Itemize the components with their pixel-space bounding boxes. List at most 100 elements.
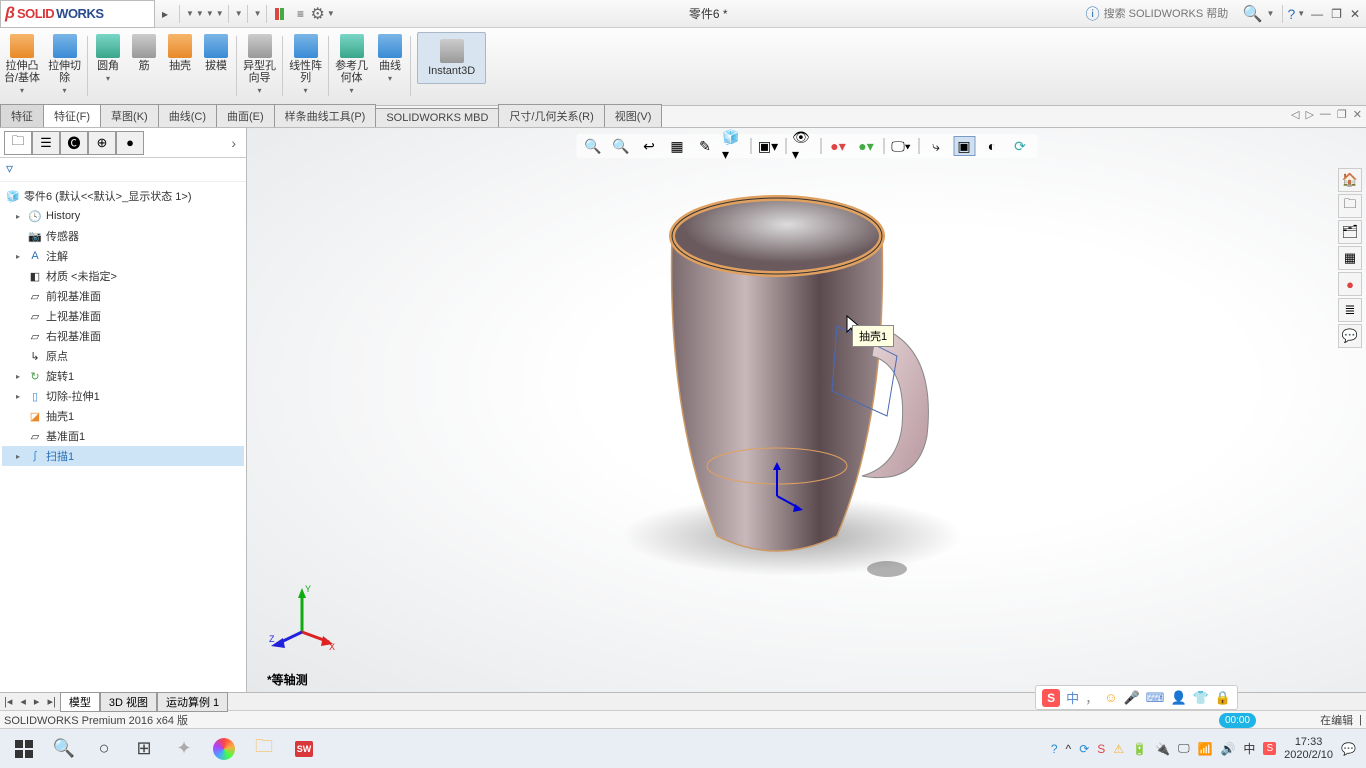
tab-feature-pre[interactable]: 特征: [0, 104, 44, 127]
search-input[interactable]: [1104, 8, 1239, 20]
tab-motion-study-1[interactable]: 运动算例 1: [157, 692, 228, 712]
fm-tab-dim[interactable]: ⊕: [88, 131, 116, 155]
close-button[interactable]: ✕: [1350, 7, 1360, 21]
taskbar-clock[interactable]: 17:33 2020/2/10: [1284, 736, 1333, 762]
tray-volume-icon[interactable]: 🔊: [1220, 742, 1235, 756]
panel-restore-icon[interactable]: ❐: [1337, 108, 1347, 121]
tree-shell1[interactable]: ◪抽壳1: [2, 406, 244, 426]
start-button[interactable]: [4, 733, 44, 765]
tp-explorer-icon[interactable]: 🗂: [1338, 220, 1362, 244]
tree-origin[interactable]: ↳原点: [2, 346, 244, 366]
ime-bar[interactable]: S 中 ， ☺ 🎤 ⌨ 👤 👕 🔒: [1035, 685, 1238, 710]
tab-dimensions[interactable]: 尺寸/几何关系(R): [498, 104, 604, 127]
dyn-annotate-icon[interactable]: ✎: [694, 136, 716, 156]
fm-tab-tree[interactable]: 🗀: [4, 131, 32, 155]
tab-spline-tools[interactable]: 样条曲线工具(P): [274, 104, 377, 127]
tree-right-plane[interactable]: ▱右视基准面: [2, 326, 244, 346]
fm-expand-icon[interactable]: ›: [225, 135, 242, 151]
tray-usb-icon[interactable]: 🔌: [1155, 742, 1170, 756]
prev-view-icon[interactable]: ↩: [638, 136, 660, 156]
tray-battery-icon[interactable]: 🔋: [1132, 742, 1147, 756]
tp-library-icon[interactable]: 🗀: [1338, 194, 1362, 218]
save-button[interactable]: ▼: [204, 9, 214, 18]
tp-forum-icon[interactable]: 💬: [1338, 324, 1362, 348]
tp-appearance-icon[interactable]: ●: [1338, 272, 1362, 296]
tree-plane1[interactable]: ▱基准面1: [2, 426, 244, 446]
btab-first-icon[interactable]: |◂: [0, 695, 16, 708]
settings-button[interactable]: ⚙▼: [311, 4, 335, 24]
tab-3d-view[interactable]: 3D 视图: [100, 692, 157, 712]
instant3d-button[interactable]: Instant3D: [417, 32, 486, 84]
tray-sync-icon[interactable]: ⟳: [1079, 742, 1089, 756]
appearance-icon[interactable]: ●▾: [827, 136, 849, 156]
ime-person[interactable]: 👤: [1170, 690, 1186, 706]
panel-close-icon[interactable]: ✕: [1353, 108, 1362, 121]
extrude-cut-button[interactable]: 拉伸切除▾: [44, 32, 85, 97]
perspective-icon[interactable]: ⟳: [1009, 136, 1031, 156]
shell-button[interactable]: 抽壳: [162, 32, 198, 74]
triad-icon[interactable]: ⤷: [925, 136, 947, 156]
tab-features[interactable]: 特征(F): [43, 104, 101, 127]
tree-history[interactable]: ▸🕓History: [2, 206, 244, 226]
tray-monitor-icon[interactable]: 🖵: [1178, 741, 1190, 756]
file-explorer-icon[interactable]: 🗀: [244, 733, 284, 765]
fm-tab-property[interactable]: ☰: [32, 131, 60, 155]
help-menu-button[interactable]: ?▼: [1287, 6, 1305, 22]
search-submit-icon[interactable]: 🔍: [1243, 4, 1263, 24]
btab-last-icon[interactable]: ▸|: [43, 695, 59, 708]
scene-icon[interactable]: ●▾: [855, 136, 877, 156]
tree-sweep1[interactable]: ▸∫扫描1: [2, 446, 244, 466]
help-search[interactable]: ⓘ 🔍▼: [1082, 4, 1279, 24]
tree-front-plane[interactable]: ▱前视基准面: [2, 286, 244, 306]
tray-help-icon[interactable]: ?: [1051, 742, 1058, 756]
tp-custom-prop-icon[interactable]: ≣: [1338, 298, 1362, 322]
tree-annotations[interactable]: ▸A注解: [2, 246, 244, 266]
fm-filter[interactable]: ▿: [0, 158, 246, 182]
view-orient-icon[interactable]: 🧊▾: [722, 136, 744, 156]
tray-ime-icon[interactable]: 中: [1243, 740, 1255, 757]
new-file-button[interactable]: ▼: [184, 9, 194, 18]
app1-icon[interactable]: ✦: [164, 733, 204, 765]
tree-revolve1[interactable]: ▸↻旋转1: [2, 366, 244, 386]
zoom-fit-icon[interactable]: 🔍: [582, 136, 604, 156]
display-style-icon[interactable]: ▣▾: [757, 136, 779, 156]
undo-button[interactable]: ▼: [233, 9, 243, 18]
shaded-edges-icon[interactable]: ▣: [953, 136, 975, 156]
rib-button[interactable]: 筋: [126, 32, 162, 74]
ime-punct[interactable]: ，: [1085, 688, 1098, 707]
tree-material[interactable]: ◧材质 <未指定>: [2, 266, 244, 286]
tree-cut-extrude1[interactable]: ▸▯切除-拉伸1: [2, 386, 244, 406]
cartoon-icon[interactable]: ◐: [981, 136, 1003, 156]
search-taskbar-icon[interactable]: 🔍: [44, 733, 84, 765]
minimize-button[interactable]: —: [1311, 7, 1323, 21]
fm-tab-config[interactable]: 🅒: [60, 131, 88, 155]
task-view-icon[interactable]: ⊞: [124, 733, 164, 765]
extrude-boss-button[interactable]: 拉伸凸台/基体▾: [0, 32, 44, 97]
tp-home-icon[interactable]: 🏠: [1338, 168, 1362, 192]
ime-zhong[interactable]: 中: [1066, 688, 1079, 707]
select-tool-button[interactable]: ▼: [252, 9, 262, 18]
tree-top-plane[interactable]: ▱上视基准面: [2, 306, 244, 326]
ime-kb[interactable]: ⌨: [1146, 690, 1165, 706]
tab-sketch[interactable]: 草图(K): [100, 104, 159, 127]
tray-wifi-icon[interactable]: 📶: [1198, 742, 1213, 756]
tab-view[interactable]: 视图(V): [604, 104, 663, 127]
app-browser-icon[interactable]: [204, 733, 244, 765]
fm-tab-display[interactable]: ●: [116, 131, 144, 155]
hide-show-icon[interactable]: 👁▾: [792, 136, 814, 156]
open-file-button[interactable]: ▼: [194, 9, 204, 18]
options-menu-button[interactable]: ≡: [291, 4, 311, 24]
draft-button[interactable]: 拔模: [198, 32, 234, 74]
tab-mbd[interactable]: SOLIDWORKS MBD: [375, 108, 499, 127]
btab-next-icon[interactable]: ▸: [30, 695, 44, 708]
zoom-area-icon[interactable]: 🔍: [610, 136, 632, 156]
panel-prev-icon[interactable]: ◁: [1291, 108, 1299, 121]
tree-sensors[interactable]: 📷传感器: [2, 226, 244, 246]
hole-wizard-button[interactable]: 异型孔向导▾: [239, 32, 280, 97]
ime-lock[interactable]: 🔒: [1215, 690, 1231, 706]
tray-warn-icon[interactable]: ⚠: [1113, 742, 1124, 756]
fillet-button[interactable]: 圆角▾: [90, 32, 126, 85]
tree-root[interactable]: 🧊零件6 (默认<<默认>_显示状态 1>): [2, 186, 244, 206]
graphics-viewport[interactable]: 🔍 🔍 ↩ ▦ ✎ 🧊▾ ▣▾ 👁▾ ●▾ ●▾ 🖵▾ ⤷ ▣ ◐ ⟳ 🏠 🗀 …: [247, 128, 1366, 692]
tab-surfaces[interactable]: 曲面(E): [216, 104, 275, 127]
